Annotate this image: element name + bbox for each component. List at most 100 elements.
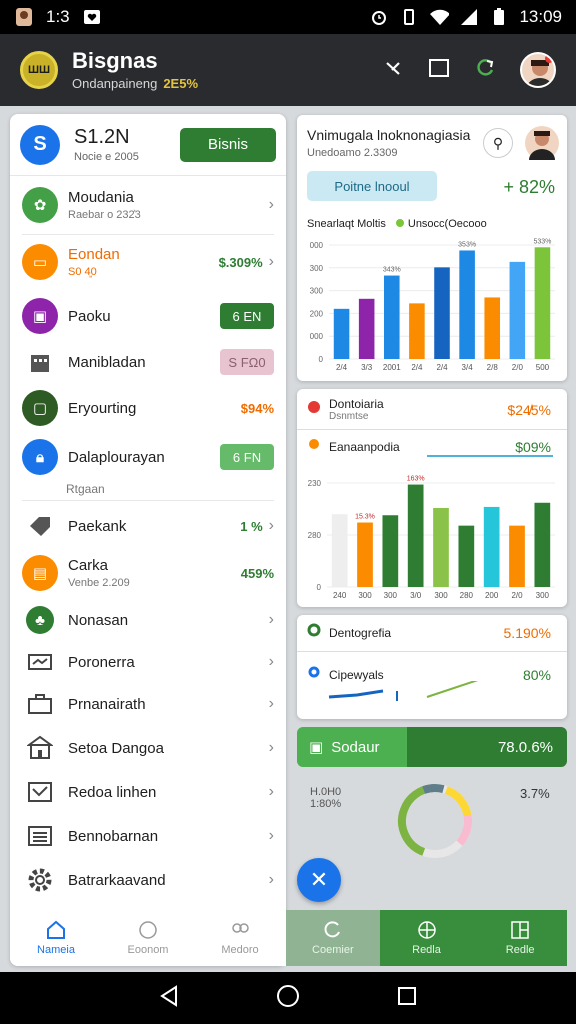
home-circle-icon[interactable] [276, 984, 300, 1013]
bottom-navigation: Nameia Eoonom Medoro Coemier Redla Redle [10, 910, 568, 966]
menu-item-batrarkaavand[interactable]: Batrarkaavand › [10, 858, 286, 902]
chart-bar [534, 247, 551, 359]
data-label: 163% [407, 476, 425, 483]
trend-line [427, 455, 553, 457]
building-icon [22, 344, 58, 380]
status-time: 13:09 [519, 7, 562, 26]
data-label: 353% [458, 241, 476, 248]
data-label: 533% [533, 238, 551, 245]
mail-icon [22, 644, 58, 680]
y-tick-label: 000 [310, 332, 324, 341]
heart-icon [82, 7, 102, 27]
back-icon[interactable] [158, 984, 180, 1012]
x-tick-label: 2/0 [512, 363, 524, 372]
footer-stat: H.0H0 1:80% [310, 786, 342, 810]
chevron-right-icon: › [268, 695, 274, 712]
chart-bar [358, 298, 375, 359]
chevron-right-icon: › [268, 653, 274, 670]
y-tick-label: 230 [308, 479, 322, 488]
lock-icon: 🔒︎ [22, 439, 58, 475]
balance-amount: S1.2N [74, 126, 130, 148]
y-tick-label: 280 [308, 531, 322, 540]
category-row[interactable]: Eanaanpodia $09% [307, 437, 551, 456]
app-notification-icon [14, 7, 34, 27]
divider [22, 234, 274, 235]
app-logo: ШШ [20, 51, 58, 89]
business-button[interactable]: Bisnis [180, 127, 276, 162]
wifi-icon [429, 7, 450, 27]
chart-bar [407, 484, 424, 587]
close-fab[interactable]: ✕ [297, 858, 341, 902]
x-tick-label: 2/4 [336, 363, 348, 372]
menu-item-carka[interactable]: ▤ Carka Venbe 2.20͘9 459% [10, 550, 286, 596]
vibrate-icon [399, 7, 419, 27]
menu-item-bennobarnan[interactable]: Bennobarnan › [10, 814, 286, 858]
menu-item-nonasan[interactable]: ♣ Nonasan › [10, 600, 286, 640]
nav-tab-economy[interactable]: Eoonom [102, 910, 194, 966]
menu-item-prnanairath[interactable]: Prnanairath › [10, 684, 286, 724]
x-tick-label: 300 [536, 591, 550, 600]
y-tick-label: 0 [317, 583, 322, 592]
chart-bar [458, 525, 475, 587]
circle-icon [307, 623, 321, 642]
chart-bar [357, 522, 373, 587]
menu-item-eondan[interactable]: ▭ Eondan S0 4͈0 $.309% › [10, 239, 286, 285]
menu-item-dalaplourayan[interactable]: 🔒︎ Dalaplourayan 6 FN [10, 434, 286, 480]
balance-header: S S1.2N Nocie e 2005 Bisnis [10, 114, 286, 176]
x-tick-label: 2001 [383, 363, 401, 372]
summary-value: 78.0.6% [497, 738, 553, 756]
menu-item-paoku[interactable]: ▣ Paoku 6 EN [10, 296, 286, 336]
nav-tab-home[interactable]: Nameia [10, 910, 102, 966]
menu-item-moudania[interactable]: ✿ Moudania Raebar o 232͐3 › [10, 182, 286, 228]
chart-bar [484, 297, 501, 359]
chevron-right-icon: › [268, 196, 274, 213]
nav-tab-redle[interactable]: Redle [473, 910, 568, 966]
data-label: 343% [383, 267, 401, 274]
data-label: 15.3% [355, 514, 375, 521]
sparkline [328, 681, 479, 701]
app-subtitle: Ondanpaineng 2E5% [72, 76, 199, 91]
chevron-right-icon: › [268, 783, 274, 800]
gear-icon [22, 862, 58, 898]
bar-chart-1: 00030030020000002/4 3/3 2001 2/4 2/4 3/4 2/8 2/… [310, 238, 555, 372]
donut-chart [398, 784, 472, 858]
chart-bar [433, 507, 449, 587]
profile-avatar[interactable] [520, 52, 556, 88]
performance-chip[interactable]: Poitne lnooul [307, 171, 437, 201]
chevron-right-icon: › [268, 739, 274, 756]
chevron-right-icon: › [268, 253, 274, 270]
inbox-icon [22, 774, 58, 810]
summary-label: Sodaur [331, 738, 380, 756]
navigation-panel: S S1.2N Nocie e 2005 Bisnis ✿ Moudania Ra… [10, 114, 286, 966]
chevron-right-icon: › [268, 517, 274, 534]
menu-item-eryourting[interactable]: ▢ Eryourting $94% [10, 388, 286, 428]
trend-row[interactable]: Dentogrefia 5.190% [307, 623, 551, 642]
app-bar: ШШ Bisgnas Ondanpaineng 2E5% [0, 34, 576, 106]
menu-item-poronerra[interactable]: Poronerra › [10, 642, 286, 682]
window-icon[interactable] [428, 57, 450, 84]
refresh-icon[interactable] [474, 57, 496, 84]
menu-item-setoa-dangoa[interactable]: Setoa Dangoa › [10, 726, 286, 770]
key-icon[interactable]: ⚲ [483, 128, 513, 158]
recents-icon[interactable] [396, 985, 418, 1012]
menu-item-redoa-linhen[interactable]: Redoa linhen › [10, 770, 286, 814]
bag-icon: ▣ [22, 298, 58, 334]
status-pill: S FΩ0 [220, 349, 274, 375]
category-row[interactable]: Dontoiaria Dsnmtse $24̸5% [307, 397, 551, 422]
menu-item-manibladan[interactable]: Manibladan S FΩ0 [10, 342, 286, 382]
legend-item: Unsocc(Oecooo [395, 218, 487, 230]
x-tick-label: 2/4 [436, 363, 448, 372]
x-tick-label: 2/0 [511, 591, 523, 600]
nav-tab-media[interactable]: Medoro [194, 910, 286, 966]
balance-sub: Nocie e 2005 [74, 151, 139, 163]
signal-icon [459, 7, 479, 27]
menu-item-paekank[interactable]: Paekank 1 % › [10, 506, 286, 546]
y-tick-label: 200 [310, 309, 324, 318]
nav-tab-coemier[interactable]: Coemier [286, 910, 380, 966]
summary-bar[interactable]: ▣ Sodaur 78.0.6% [297, 727, 567, 767]
nav-tab-redla[interactable]: Redla [379, 910, 474, 966]
x-tick-label: 240 [333, 591, 347, 600]
briefcase-icon [22, 686, 58, 722]
close-icon[interactable] [382, 57, 404, 84]
growth-percent: + 82% [503, 177, 555, 197]
